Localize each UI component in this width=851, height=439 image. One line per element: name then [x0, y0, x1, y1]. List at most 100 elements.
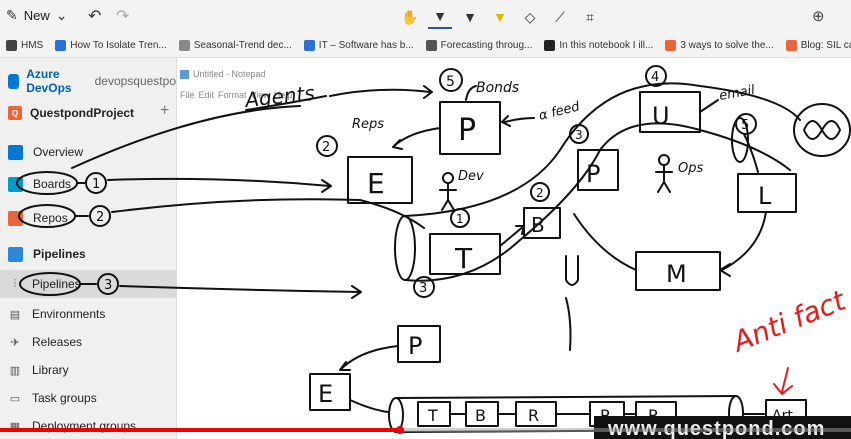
video-progress-bar[interactable] [0, 428, 851, 432]
flow-label: B [475, 406, 486, 425]
sidebar-item-library[interactable]: ▥ Library [0, 356, 177, 384]
project-badge: Q [8, 106, 22, 120]
bookmark-item[interactable]: Blog: SIL calculation... [785, 40, 851, 51]
arrow-m-loop [573, 213, 637, 271]
bookmark-item[interactable]: HMS [6, 40, 43, 51]
infinity-symbol [803, 120, 841, 140]
notepad-menu-item[interactable]: View [251, 90, 270, 100]
notepad-menu: File Edit Format View Help [180, 90, 292, 100]
org-name: devopsquestpo [94, 74, 176, 88]
sidebar-item-label: Environments [32, 307, 106, 321]
bookmark-item[interactable]: In this notebook I ill... [544, 40, 653, 51]
pen-icon[interactable]: ▼ [428, 5, 452, 29]
arrow-e-low-to-pipe [349, 399, 389, 413]
bookmark-favicon-icon [785, 40, 797, 51]
bookmark-item[interactable]: How To Isolate Tren... [55, 40, 167, 51]
circled-5-u [735, 113, 757, 135]
box-l [737, 173, 797, 213]
pipe-low-top [395, 395, 737, 399]
pen-icon[interactable]: ▼ [458, 5, 482, 29]
label-ops: Ops [678, 161, 703, 176]
sidebar-item-boards[interactable]: Boards [0, 170, 177, 198]
notepad-menu-item[interactable]: Help [274, 90, 293, 100]
box-u [639, 91, 701, 133]
ink-toolbar: ✎ New ⌄ ↶ ↷ ✋ ▼ ▼ ▼ ◇ ⟋ ⌗ ⊕ [0, 0, 851, 34]
sidebar-item-task-groups[interactable]: ▭ Task groups [0, 384, 177, 412]
circled-label: 5 [741, 118, 749, 133]
brand[interactable]: Azure DevOps devopsquestpo [8, 67, 176, 95]
bookmark-label: In this notebook I ill... [559, 40, 654, 51]
circled-label: 1 [456, 212, 464, 226]
add-icon[interactable]: + [160, 102, 169, 120]
arrow-l-to-m [719, 211, 767, 277]
notepad-menu-item[interactable]: Edit [199, 90, 215, 100]
task-groups-icon: ▭ [9, 392, 21, 405]
heading-arrow [329, 85, 433, 99]
arrow-feed [501, 115, 535, 127]
bookmark-favicon-icon [425, 40, 437, 51]
new-icon: ✎ [6, 7, 18, 23]
environments-icon: ▤ [9, 308, 21, 321]
pipelines-sub-icon: ⫶ [13, 277, 17, 290]
highlighter-icon[interactable]: ▼ [488, 5, 512, 29]
ops-head [658, 154, 670, 166]
video-progress-fill [0, 428, 400, 432]
sidebar-item-label: Task groups [32, 391, 97, 405]
sidebar-item-label: Pipelines [33, 247, 86, 261]
undo-icon[interactable]: ↶ [88, 6, 101, 26]
releases-icon: ✈ [10, 336, 20, 349]
zoom-in-icon[interactable]: ⊕ [812, 7, 825, 25]
notepad-menu-item[interactable]: Format [218, 90, 247, 100]
box-e-low-label: E [318, 380, 333, 408]
ruler-icon[interactable]: ⟋ [548, 5, 572, 29]
box-e [347, 156, 413, 204]
bookmark-item[interactable]: Seasonal-Trend dec... [178, 40, 292, 51]
bookmark-item[interactable]: 3 ways to solve the... [665, 40, 774, 51]
overview-icon [8, 144, 23, 160]
flow-label: T [427, 406, 438, 425]
bookmark-favicon-icon [6, 40, 17, 51]
notepad-menu-item[interactable]: File [180, 90, 195, 100]
bookmark-item[interactable]: IT – Software has b... [303, 40, 414, 51]
boards-icon [8, 176, 23, 192]
arrow-bonds [465, 85, 477, 101]
arrow-u-to-l [743, 133, 759, 173]
sidebar-item-label: Repos [33, 211, 68, 225]
box-p-top [439, 101, 501, 155]
bookmark-favicon-icon [303, 40, 315, 51]
repos-icon [8, 210, 23, 226]
bookmark-label: 3 ways to solve the... [680, 40, 774, 51]
label-feed: α feed [537, 99, 582, 124]
bookmark-label: Forecasting throug... [440, 40, 533, 51]
box-l-label: L [758, 182, 772, 210]
new-label: New [23, 8, 50, 23]
sidebar-item-overview[interactable]: Overview [0, 138, 177, 166]
video-progress-knob[interactable] [395, 426, 404, 434]
sidebar-item-pipelines[interactable]: Pipelines [0, 240, 177, 268]
sidebar-item-deployment-groups[interactable]: ▦ Deployment groups [0, 412, 177, 439]
red-arrow [773, 367, 793, 395]
crop-icon[interactable]: ⌗ [578, 5, 602, 29]
sidebar-item-label: Releases [32, 335, 83, 349]
box-p-mid [577, 149, 619, 191]
notepad-icon [180, 69, 189, 79]
eraser-icon[interactable]: ◇ [518, 5, 542, 29]
new-button[interactable]: ✎ New ⌄ [6, 7, 67, 24]
bookmark-favicon-icon [178, 40, 190, 51]
sidebar-item-repos[interactable]: Repos [0, 204, 177, 232]
chevron-down-icon[interactable]: ⌄ [56, 7, 68, 24]
flow-box [417, 401, 451, 427]
red-note: Anti fact [726, 283, 851, 359]
bookmark-item[interactable]: Forecasting throug... [425, 40, 533, 51]
sidebar-item-pipelines-sub[interactable]: ⫶ Pipelines [0, 270, 177, 298]
bookmark-favicon-icon [544, 40, 556, 51]
redo-icon[interactable]: ↷ [116, 6, 129, 26]
box-b [523, 207, 561, 239]
lasso-icon[interactable]: ✋ [398, 5, 422, 29]
sidebar-item-releases[interactable]: ✈ Releases [0, 328, 177, 356]
flow-box [465, 401, 499, 427]
sidebar-item-environments[interactable]: ▤ Environments [0, 300, 177, 328]
circled-label: 2 [322, 140, 330, 155]
arrow-u-to-email [699, 99, 719, 113]
project-selector[interactable]: Q QuestpondProject [0, 98, 177, 128]
